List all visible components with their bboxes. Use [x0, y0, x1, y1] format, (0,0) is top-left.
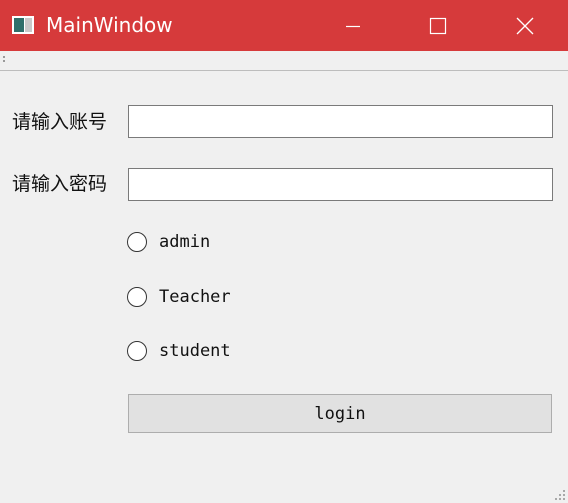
app-window-icon	[12, 16, 34, 34]
password-input[interactable]	[128, 168, 553, 201]
minimize-icon	[346, 25, 360, 27]
account-input[interactable]	[128, 105, 553, 138]
radio-teacher-label[interactable]: Teacher	[159, 287, 231, 307]
toolbar-grip-icon[interactable]	[3, 56, 5, 65]
maximize-button[interactable]	[415, 0, 461, 51]
login-button[interactable]: login	[128, 394, 552, 433]
radio-circle-icon[interactable]	[127, 287, 147, 307]
radio-admin-label[interactable]: admin	[159, 232, 210, 252]
password-label: 请输入密码	[12, 173, 108, 195]
close-button[interactable]	[502, 0, 548, 51]
resize-grip-icon[interactable]	[553, 488, 565, 500]
radio-teacher[interactable]: Teacher	[127, 284, 231, 310]
title-bar[interactable]: MainWindow	[0, 0, 568, 51]
window-title: MainWindow	[46, 13, 173, 37]
minimize-button[interactable]	[330, 0, 376, 51]
radio-circle-icon[interactable]	[127, 232, 147, 252]
toolbar-strip	[0, 51, 568, 71]
radio-circle-icon[interactable]	[127, 341, 147, 361]
maximize-icon	[429, 17, 447, 34]
radio-student-label[interactable]: student	[159, 341, 231, 361]
radio-student[interactable]: student	[127, 338, 231, 364]
close-icon	[516, 17, 534, 34]
radio-admin[interactable]: admin	[127, 229, 210, 255]
account-label: 请输入账号	[12, 111, 108, 133]
